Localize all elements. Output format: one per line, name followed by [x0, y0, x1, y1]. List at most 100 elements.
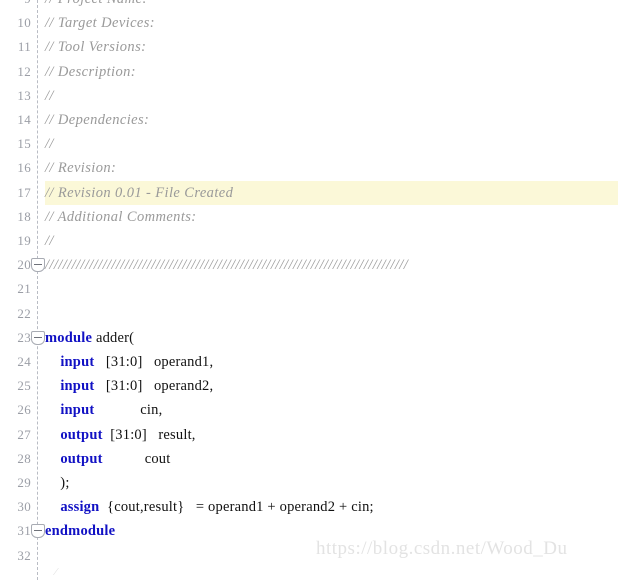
fold-collapse-icon[interactable] [31, 330, 45, 345]
code-line-text[interactable]: // [45, 84, 54, 108]
code-line[interactable]: 17 // Revision 0.01 - File Created [0, 180, 618, 205]
line-number: 21 [17, 281, 31, 297]
keyword-token: output [60, 426, 103, 443]
comment-token: // Dependencies: [45, 112, 150, 128]
identifier-token [45, 402, 60, 418]
keyword-token: input [60, 354, 95, 370]
comment-token: // Additional Comments: [45, 208, 197, 225]
code-line[interactable]: 12 // Description: [0, 60, 618, 84]
comment-token: // Revision: [45, 160, 117, 177]
fold-collapse-icon[interactable] [31, 258, 45, 273]
code-line[interactable]: 11 // Tool Versions: [0, 35, 618, 59]
code-line-text[interactable]: input [31:0] operand1, [45, 350, 213, 374]
identifier-token: [31:0] result, [102, 426, 196, 443]
line-number: 25 [17, 378, 31, 394]
code-line-text[interactable]: // Additional Comments: [45, 205, 197, 229]
code-line[interactable]: 30 assign {cout,result} = operand1 + ope… [0, 495, 618, 519]
code-line[interactable]: 25 input [31:0] operand2, [0, 374, 618, 398]
line-number: 29 [17, 475, 31, 490]
line-number: 9 [0, 0, 31, 11]
identifier-token [45, 451, 60, 467]
code-line[interactable]: 21 [0, 277, 618, 301]
code-line[interactable]: 32 [0, 544, 618, 568]
line-number: 28 [17, 450, 31, 466]
identifier-token [45, 378, 60, 394]
identifier-token: cin, [94, 402, 163, 419]
line-number: 32 [17, 547, 31, 563]
code-line[interactable]: 24 input [31:0] operand1, [0, 350, 618, 374]
code-line-text[interactable]: assign {cout,result} = operand1 + operan… [45, 495, 374, 519]
comment-token: // Description: [45, 63, 136, 80]
code-line-text[interactable]: // Description: [45, 60, 136, 84]
code-line-text[interactable]: ////////////////////////////////////////… [45, 253, 408, 277]
keyword-token: module [45, 329, 93, 346]
code-line-text[interactable]: ); [45, 471, 70, 495]
identifier-token [45, 499, 60, 515]
keyword-token: endmodule [45, 523, 116, 540]
fold-collapse-icon[interactable] [31, 524, 45, 539]
line-number: 17 [17, 184, 31, 200]
line-number: 22 [17, 305, 31, 321]
code-line[interactable]: 19 // [0, 229, 618, 253]
code-line[interactable]: 31 endmodule [0, 519, 618, 543]
code-line-text[interactable]: // Revision: [45, 156, 116, 180]
code-line-text[interactable]: // Target Devices: [45, 11, 155, 35]
line-number: 13 [17, 87, 31, 103]
code-line[interactable]: 20 //////////////////////////////////////… [0, 253, 618, 277]
code-line[interactable]: 26 input cin, [0, 398, 618, 422]
line-number: 26 [17, 402, 31, 418]
code-line[interactable]: 22 [0, 302, 618, 326]
line-number: 20 [17, 257, 31, 273]
comment-token: // Project Name: [45, 0, 148, 7]
identifier-token: ); [45, 475, 70, 491]
code-line[interactable]: 10 // Target Devices: [0, 11, 618, 35]
comment-token: ////////////////////////////////////////… [45, 257, 409, 274]
code-line-text[interactable]: output [31:0] result, [45, 423, 196, 447]
code-line-text[interactable]: input cin, [45, 398, 162, 422]
code-line-text[interactable]: output cout [45, 447, 170, 471]
identifier-token: cout [102, 450, 171, 467]
code-line[interactable]: 28 output cout [0, 447, 618, 471]
code-line[interactable]: 9 // Project Name: [0, 0, 618, 11]
identifier-token: [31:0] operand1, [94, 354, 214, 370]
line-number: 27 [17, 426, 31, 442]
code-line-text[interactable]: // Dependencies: [45, 108, 149, 132]
code-line-text[interactable]: // Project Name: [45, 0, 148, 11]
line-number: 19 [17, 233, 31, 248]
code-line[interactable]: 23 module adder( [0, 326, 618, 350]
line-number: 16 [17, 160, 31, 176]
line-number: 14 [17, 112, 31, 127]
code-line-text[interactable]: // [45, 229, 54, 253]
line-number: 15 [17, 136, 31, 152]
code-line-text[interactable]: module adder( [45, 326, 134, 350]
line-number: 12 [17, 63, 31, 79]
code-line[interactable]: 18 // Additional Comments: [0, 205, 618, 229]
comment-token: // [45, 136, 54, 153]
line-number: 24 [17, 354, 31, 369]
comment-token: // [45, 233, 54, 249]
keyword-token: output [60, 450, 103, 467]
partial-glyph-artifact: ⁄ [55, 566, 57, 578]
code-line-text[interactable]: endmodule [45, 519, 115, 543]
code-line[interactable]: 15 // [0, 132, 618, 156]
keyword-token: assign [60, 499, 100, 516]
code-line[interactable]: 13 // [0, 84, 618, 108]
identifier-token [45, 354, 60, 370]
code-line-text[interactable]: // [45, 132, 54, 156]
comment-token: // [45, 87, 54, 104]
code-line-text[interactable]: // Revision 0.01 - File Created [45, 180, 618, 205]
code-line-text[interactable]: // Tool Versions: [45, 35, 146, 59]
code-line[interactable]: 27 output [31:0] result, [0, 423, 618, 447]
identifier-token [45, 427, 60, 443]
keyword-token: input [60, 378, 95, 395]
code-line-text[interactable]: input [31:0] operand2, [45, 374, 213, 398]
line-number: 31 [17, 523, 31, 539]
line-number: 23 [17, 329, 31, 345]
code-line[interactable]: 16 // Revision: [0, 156, 618, 180]
comment-token: // Target Devices: [45, 15, 156, 32]
code-line[interactable]: 29 ); [0, 471, 618, 495]
code-editor[interactable]: 9 // Project Name: 10 // Target Devices: 11 /… [0, 0, 618, 580]
code-line[interactable]: 14 // Dependencies: [0, 108, 618, 132]
line-number: 11 [17, 39, 31, 55]
comment-token: // Revision 0.01 - File Created [45, 184, 234, 201]
